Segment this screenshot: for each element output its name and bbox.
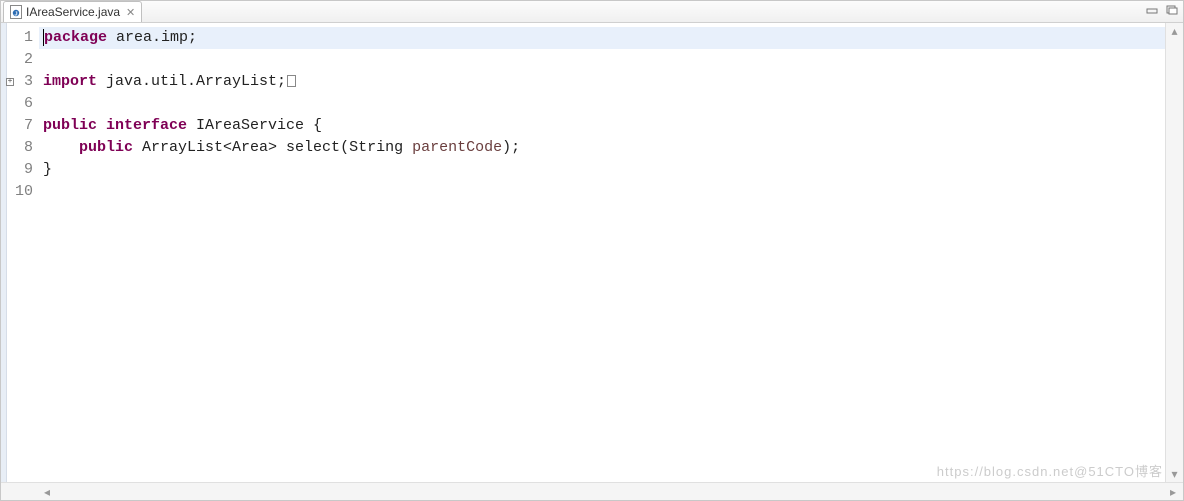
window-controls: [1145, 3, 1179, 17]
code-text-area[interactable]: package area.imp; import java.util.ArrayL…: [39, 23, 1165, 482]
minimize-icon[interactable]: [1145, 3, 1159, 17]
horizontal-scrollbar[interactable]: ◂ ▸: [1, 482, 1183, 500]
line-number: 6: [7, 93, 39, 115]
line-number: 8: [7, 137, 39, 159]
editor-area: 123+678910 package area.imp; import java.…: [1, 23, 1183, 482]
folded-region-icon[interactable]: [287, 75, 296, 87]
scroll-left-icon[interactable]: ◂: [39, 483, 55, 500]
maximize-icon[interactable]: [1165, 3, 1179, 17]
line-number-gutter: 123+678910: [7, 23, 39, 482]
fold-plus-icon[interactable]: +: [6, 78, 14, 86]
scroll-down-icon[interactable]: ▾: [1166, 466, 1183, 482]
scroll-up-icon[interactable]: ▴: [1166, 23, 1183, 39]
watermark-text: https://blog.csdn.net@51CTO博客: [937, 461, 1163, 480]
code-line[interactable]: public ArrayList<Area> select(String par…: [43, 137, 1165, 159]
line-number: 9: [7, 159, 39, 181]
vertical-scrollbar[interactable]: ▴ ▾: [1165, 23, 1183, 482]
line-number: 1: [7, 27, 39, 49]
scroll-right-icon[interactable]: ▸: [1165, 483, 1181, 500]
code-line[interactable]: [43, 49, 1165, 71]
code-line[interactable]: [43, 93, 1165, 115]
java-file-icon: J: [10, 5, 22, 19]
close-icon[interactable]: ✕: [124, 6, 135, 19]
code-line[interactable]: [43, 181, 1165, 203]
tab-label: IAreaService.java: [26, 5, 120, 19]
code-line[interactable]: public interface IAreaService {: [43, 115, 1165, 137]
code-line[interactable]: package area.imp;: [43, 27, 1165, 49]
code-line[interactable]: }: [43, 159, 1165, 181]
svg-text:J: J: [14, 11, 17, 17]
line-number: 2: [7, 49, 39, 71]
line-number: 10: [7, 181, 39, 203]
code-line[interactable]: import java.util.ArrayList;: [43, 71, 1165, 93]
line-number: 3+: [7, 71, 39, 93]
line-number: 7: [7, 115, 39, 137]
editor-tab[interactable]: J IAreaService.java ✕: [3, 1, 142, 22]
tab-bar: J IAreaService.java ✕: [1, 1, 1183, 23]
